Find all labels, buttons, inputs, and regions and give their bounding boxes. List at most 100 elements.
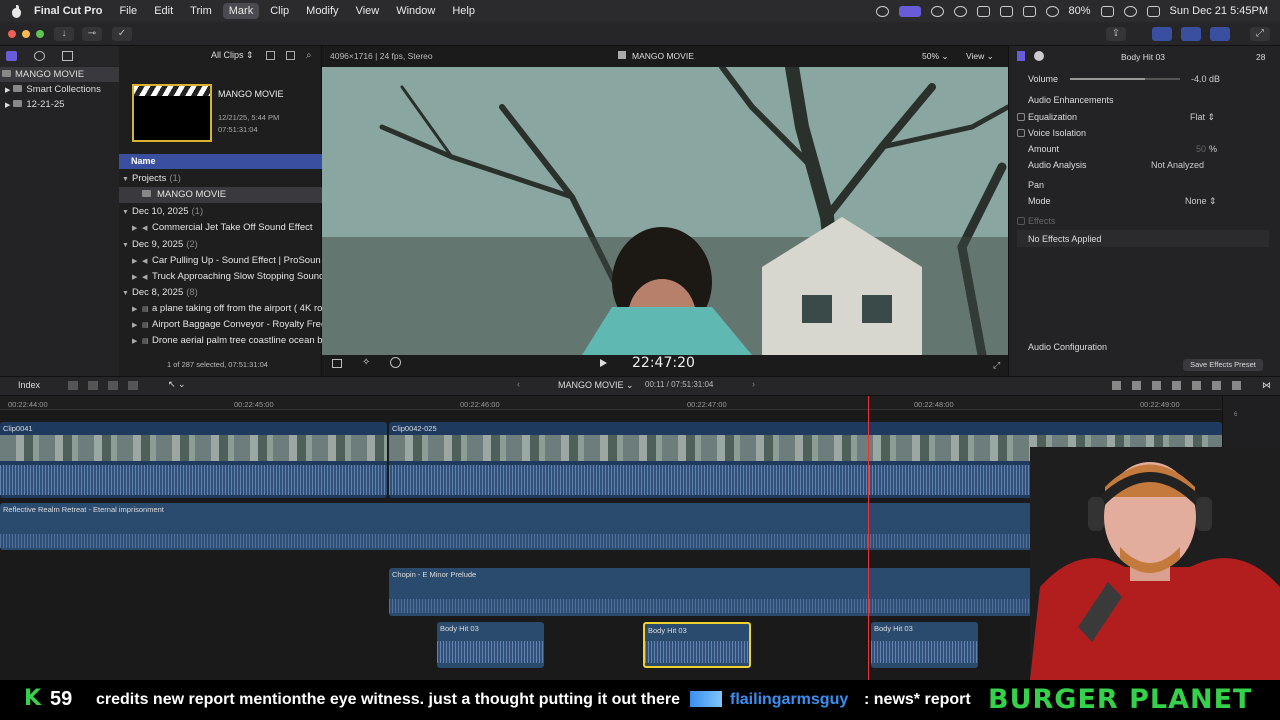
import-icon[interactable]: ↓ [54, 27, 74, 41]
clip-row[interactable]: ▶ ▤ Drone aerial palm tree coastline ocean… [119, 333, 322, 349]
play-icon[interactable] [953, 5, 967, 17]
equalization-select[interactable]: Flat ⇕ [1190, 112, 1215, 123]
group-projects[interactable]: ▼ Projects (1) [119, 171, 322, 187]
library-toolbar [0, 46, 119, 66]
menu-file[interactable]: File [119, 5, 137, 17]
apple-icon[interactable] [11, 4, 22, 18]
playhead[interactable] [868, 396, 869, 680]
volume-value[interactable]: -4.0 dB [1191, 74, 1220, 84]
layout-inspector-icon[interactable] [1210, 27, 1230, 41]
control-center-icon[interactable] [1146, 5, 1160, 17]
webcam-overlay [1030, 447, 1280, 680]
layout-library-icon[interactable] [1152, 27, 1172, 41]
volume-icon[interactable] [976, 5, 990, 17]
sfx-clip-3[interactable]: Body Hit 03 [871, 622, 978, 668]
zoom-menu[interactable]: 50% ⌄ [922, 51, 949, 62]
search-icon[interactable]: ⌕ [306, 50, 312, 61]
timeline-ruler[interactable] [0, 396, 1222, 410]
clip-appearance-icon[interactable] [286, 51, 295, 60]
clip-row[interactable]: ▶ ▤ a plane taking off from the airport ( … [119, 301, 322, 317]
view-menu[interactable]: View ⌄ [966, 51, 994, 62]
info-inspector-icon[interactable] [1034, 51, 1044, 61]
fullscreen-icon[interactable]: ⤢ [1250, 27, 1270, 41]
sfx-clip-1[interactable]: Body Hit 03 [437, 622, 544, 668]
titles-generators-icon[interactable] [62, 51, 73, 61]
status-area: 80% Sun Dec 21 5:45PM [875, 0, 1268, 22]
streamer-figure [1030, 447, 1280, 680]
menu-app-name[interactable]: Final Cut Pro [34, 5, 102, 17]
search-icon[interactable] [1123, 5, 1137, 17]
volume-slider[interactable] [1070, 78, 1180, 80]
keywords-icon[interactable]: ⊸ [82, 27, 102, 41]
speed-icon[interactable] [390, 357, 401, 368]
menu-mark[interactable]: Mark [222, 3, 260, 19]
video-clip-1[interactable]: Clip0041 [0, 422, 387, 498]
background-tasks-icon[interactable]: ✓ [112, 27, 132, 41]
transform-icon[interactable] [332, 359, 342, 368]
bluetooth-icon[interactable] [1022, 5, 1036, 17]
clip-filter[interactable]: All Clips ⇕ [211, 50, 254, 61]
voice-isolation-checkbox[interactable] [1017, 129, 1025, 137]
status-dot-icon[interactable] [930, 5, 944, 17]
menu-view[interactable]: View [356, 5, 380, 17]
history-back-icon[interactable]: ‹ [517, 379, 520, 389]
close-window-icon[interactable] [8, 30, 16, 38]
display-icon[interactable] [999, 5, 1013, 17]
history-forward-icon[interactable]: › [752, 379, 755, 389]
share-icon[interactable]: ⇪ [1106, 27, 1126, 41]
menu-clip[interactable]: Clip [270, 5, 289, 17]
project-thumbnail[interactable] [132, 84, 212, 142]
minimize-window-icon[interactable] [22, 30, 30, 38]
mode-select[interactable]: None ⇕ [1185, 196, 1217, 207]
index-button[interactable]: Index [18, 380, 40, 390]
equalization-checkbox[interactable] [1017, 113, 1025, 121]
zoom-window-icon[interactable] [36, 30, 44, 38]
project-row-mango[interactable]: MANGO MOVIE [119, 187, 322, 203]
inspector-clip-name: Body Hit 03 [1121, 52, 1165, 62]
timeline-project-menu[interactable]: MANGO MOVIE ⌄ [558, 380, 634, 391]
clip-row[interactable]: ▶ ▤ Airport Baggage Conveyor - Royalty Fre… [119, 317, 322, 333]
audio-enhancements-header[interactable]: Audio Enhancements [1028, 95, 1114, 105]
clock[interactable]: Sun Dec 21 5:45PM [1170, 5, 1268, 17]
menu-help[interactable]: Help [452, 5, 475, 17]
library-item-smart-collections[interactable]: ▶ Smart Collections [0, 82, 119, 97]
menu-edit[interactable]: Edit [154, 5, 173, 17]
library-item-mango-movie[interactable]: MANGO MOVIE [0, 67, 119, 82]
amount-value[interactable]: 50 [1196, 144, 1206, 154]
wifi-icon[interactable] [1045, 5, 1059, 17]
ruler-label: 00:22:48:00 [914, 400, 954, 409]
group-dec-10[interactable]: ▼ Dec 10, 2025 (1) [119, 204, 322, 220]
sfx-clip-2-selected[interactable]: Body Hit 03 [643, 622, 751, 668]
menu-modify[interactable]: Modify [306, 5, 338, 17]
edit-buttons[interactable] [68, 381, 148, 390]
fullscreen-viewer-icon[interactable]: ⤢ [993, 360, 1000, 371]
name-column-header[interactable]: Name [119, 154, 322, 169]
group-dec-9[interactable]: ▼ Dec 9, 2025 (2) [119, 237, 322, 253]
effects-checkbox[interactable] [1017, 217, 1025, 225]
photos-audio-icon[interactable] [34, 51, 45, 61]
list-view-icon[interactable] [266, 51, 275, 60]
screen-record-icon[interactable] [875, 5, 889, 17]
inspector-clip-time: 28 [1256, 52, 1266, 62]
audio-configuration-header[interactable]: Audio Configuration [1028, 342, 1107, 352]
libraries-icon[interactable] [6, 51, 17, 61]
volume-label: Volume [1028, 74, 1059, 84]
clip-row[interactable]: ▶ ◀ Commercial Jet Take Off Sound Effect [119, 220, 322, 236]
audio-inspector-icon[interactable] [1017, 51, 1025, 61]
clip-row[interactable]: ▶ ◀ Truck Approaching Slow Stopping Sound [119, 269, 322, 285]
play-button[interactable] [600, 359, 607, 367]
select-tool-icon[interactable]: ↖ ⌄ [168, 379, 186, 390]
clip-row[interactable]: ▶ ◀ Car Pulling Up - Sound Effect | ProSou… [119, 253, 322, 269]
group-dec-8[interactable]: ▼ Dec 8, 2025 (8) [119, 285, 322, 301]
library-item-event[interactable]: ▶ 12-21-25 [0, 97, 119, 112]
menu-window[interactable]: Window [396, 5, 435, 17]
close-timeline-icon[interactable]: ⋈ [1262, 380, 1271, 391]
save-effects-preset-button[interactable]: Save Effects Preset [1183, 359, 1263, 371]
camera-icon[interactable] [898, 5, 921, 17]
video-frame[interactable] [322, 67, 1008, 355]
layout-timeline-icon[interactable] [1181, 27, 1201, 41]
timeline-controls[interactable] [1112, 381, 1252, 390]
battery-icon[interactable] [1100, 5, 1114, 17]
menu-trim[interactable]: Trim [190, 5, 212, 17]
enhance-icon[interactable]: ✧ [362, 357, 370, 368]
